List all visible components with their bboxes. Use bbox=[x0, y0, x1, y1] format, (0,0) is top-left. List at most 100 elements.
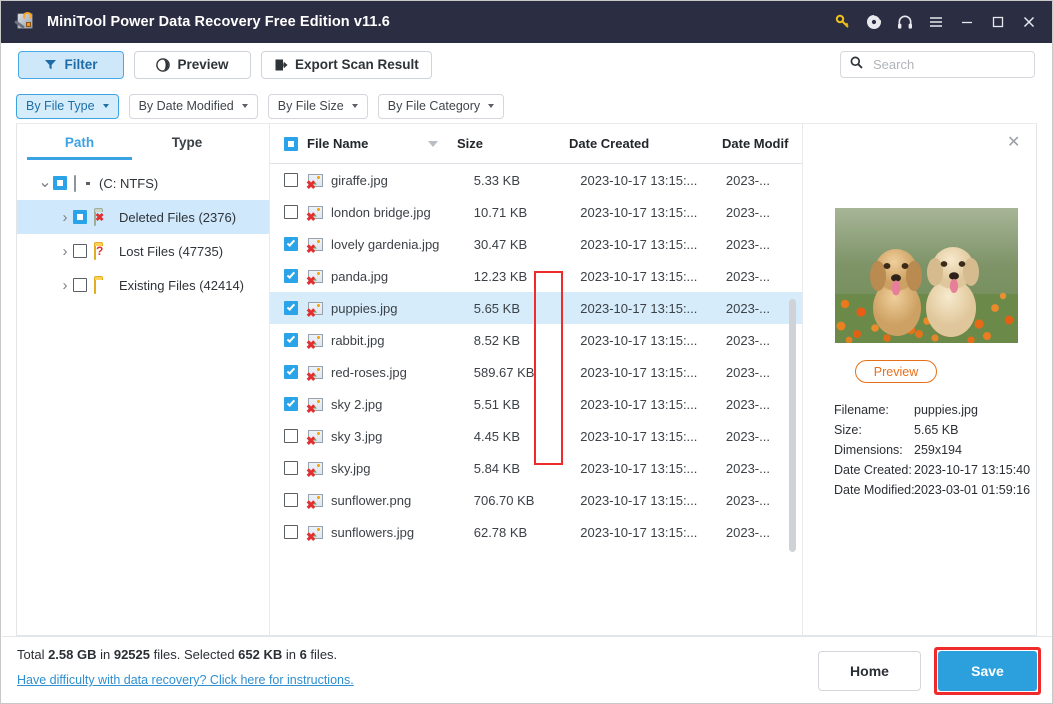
file-row-checkbox[interactable] bbox=[284, 429, 298, 443]
file-name-cell: rabbit.jpg bbox=[331, 332, 385, 348]
disc-icon[interactable] bbox=[858, 5, 889, 39]
file-row-checkbox[interactable] bbox=[284, 269, 298, 283]
tree-node-lost-files-47735[interactable]: ›? Lost Files (47735) bbox=[17, 234, 269, 268]
tab-path[interactable]: Path bbox=[17, 125, 142, 160]
preview-detail-row: Filename: puppies.jpg bbox=[834, 400, 1053, 420]
chevron-down-icon[interactable]: ⌄ bbox=[37, 175, 53, 191]
tree-node-deleted-files-2376[interactable]: › ✖ Deleted Files (2376) bbox=[17, 200, 269, 234]
deleted-image-file-icon: ✖ bbox=[306, 365, 323, 383]
table-row[interactable]: ✖ sunflowers.jpg 62.78 KB 2023-10-17 13:15:… bbox=[270, 516, 802, 548]
tree-node--c-ntfs[interactable]: ⌄ (C: NTFS) bbox=[17, 166, 269, 200]
home-button[interactable]: Home bbox=[818, 651, 921, 691]
table-row[interactable]: ✖ sky 2.jpg 5.51 KB 2023-10-17 13:15:... 202… bbox=[270, 388, 802, 420]
file-name-cell: sunflowers.jpg bbox=[331, 524, 415, 540]
selected-count: 6 bbox=[299, 647, 307, 662]
file-row-checkbox[interactable] bbox=[284, 237, 298, 251]
tree-tabs: Path Type bbox=[17, 124, 269, 160]
minimize-icon[interactable] bbox=[951, 5, 982, 39]
file-name-cell: sunflower.png bbox=[331, 492, 412, 508]
close-icon[interactable] bbox=[1013, 5, 1044, 39]
table-row[interactable]: ✖ sunflower.png 706.70 KB 2023-10-17 13:15:… bbox=[270, 484, 802, 516]
tree-node-existing-files-42414[interactable]: › Existing Files (42414) bbox=[17, 268, 269, 302]
search-box[interactable] bbox=[840, 51, 1035, 78]
filter-chip-by-file-type[interactable]: By File Type bbox=[16, 93, 119, 119]
title-bar-controls bbox=[827, 1, 1044, 43]
window-title: MiniTool Power Data Recovery Free Editio… bbox=[47, 14, 390, 30]
file-row-checkbox[interactable] bbox=[284, 173, 298, 187]
app-logo-icon bbox=[14, 11, 36, 33]
file-size-cell: 62.78 KB bbox=[473, 524, 528, 540]
file-name-cell: giraffe.jpg bbox=[331, 172, 388, 188]
export-scan-result-button[interactable]: Export Scan Result bbox=[261, 50, 432, 79]
date-created-cell: 2023-10-17 13:15:... bbox=[580, 396, 698, 412]
help-link[interactable]: Have difficulty with data recovery? Clic… bbox=[17, 673, 354, 687]
title-bar: MiniTool Power Data Recovery Free Editio… bbox=[1, 1, 1052, 43]
key-icon[interactable] bbox=[827, 5, 858, 39]
headphones-icon[interactable] bbox=[889, 5, 920, 39]
file-row-checkbox[interactable] bbox=[284, 493, 298, 507]
date-modified-cell: 2023-... bbox=[725, 236, 770, 252]
file-row-checkbox[interactable] bbox=[284, 205, 298, 219]
filter-chip-label: By File Size bbox=[277, 99, 344, 113]
select-all-checkbox[interactable] bbox=[284, 136, 298, 151]
preview-detail-key: Date Modified: bbox=[834, 483, 915, 497]
file-name-cell: sky.jpg bbox=[331, 460, 371, 476]
column-header-date-modified[interactable]: Date Modif bbox=[722, 136, 802, 151]
tree-node-checkbox[interactable] bbox=[73, 244, 87, 258]
home-button-label: Home bbox=[850, 663, 889, 679]
tab-type[interactable]: Type bbox=[142, 125, 232, 160]
filter-chip-by-file-size[interactable]: By File Size bbox=[267, 93, 368, 119]
funnel-icon bbox=[44, 58, 57, 71]
folder-deleted-icon: ✖ bbox=[94, 208, 112, 226]
deleted-image-file-icon: ✖ bbox=[306, 397, 323, 415]
file-row-checkbox[interactable] bbox=[284, 525, 298, 539]
table-row[interactable]: ✖ giraffe.jpg 5.33 KB 2023-10-17 13:15:... 2… bbox=[270, 164, 802, 196]
table-row[interactable]: ✖ lovely gardenia.jpg 30.47 KB 2023-10-17 1… bbox=[270, 228, 802, 260]
file-name-cell: sky 3.jpg bbox=[331, 428, 383, 444]
column-header-size[interactable]: Size bbox=[457, 136, 569, 151]
chevron-right-icon[interactable]: › bbox=[57, 209, 73, 226]
maximize-icon[interactable] bbox=[982, 5, 1013, 39]
tree-node-checkbox[interactable] bbox=[73, 278, 87, 292]
chevron-right-icon[interactable]: › bbox=[57, 277, 73, 294]
table-row[interactable]: ✖ sky 3.jpg 4.45 KB 2023-10-17 13:15:... 202… bbox=[270, 420, 802, 452]
filter-button-label: Filter bbox=[64, 57, 98, 72]
preview-button-label: Preview bbox=[177, 57, 229, 72]
date-modified-cell: 2023-... bbox=[725, 204, 770, 220]
preview-button[interactable]: Preview bbox=[134, 50, 251, 79]
table-row[interactable]: ✖ rabbit.jpg 8.52 KB 2023-10-17 13:15:... 20… bbox=[270, 324, 802, 356]
table-row[interactable]: ✖ london bridge.jpg 10.71 KB 2023-10-17 13:… bbox=[270, 196, 802, 228]
file-size-cell: 8.52 KB bbox=[473, 332, 520, 348]
file-row-checkbox[interactable] bbox=[284, 461, 298, 475]
filter-chip-by-file-category[interactable]: By File Category bbox=[377, 93, 505, 119]
column-header-date-created[interactable]: Date Created bbox=[569, 136, 722, 151]
tree-node-checkbox[interactable] bbox=[53, 176, 67, 190]
chevron-right-icon[interactable]: › bbox=[57, 243, 73, 260]
file-row-checkbox[interactable] bbox=[284, 301, 298, 315]
sort-descending-icon[interactable] bbox=[428, 141, 438, 147]
deleted-image-file-icon: ✖ bbox=[306, 173, 323, 191]
filter-chip-by-date-modified[interactable]: By Date Modified bbox=[128, 93, 258, 119]
file-row-checkbox[interactable] bbox=[284, 365, 298, 379]
file-name-cell: sky 2.jpg bbox=[331, 396, 383, 412]
search-input[interactable] bbox=[871, 56, 1021, 73]
file-row-checkbox[interactable] bbox=[284, 333, 298, 347]
close-preview-icon[interactable]: ✕ bbox=[1007, 135, 1023, 151]
save-button[interactable]: Save bbox=[938, 651, 1037, 691]
file-row-checkbox[interactable] bbox=[284, 397, 298, 411]
file-list-scrollbar[interactable] bbox=[789, 299, 796, 552]
table-row[interactable]: ✖ panda.jpg 12.23 KB 2023-10-17 13:15:... 20… bbox=[270, 260, 802, 292]
hamburger-menu-icon[interactable] bbox=[920, 5, 951, 39]
tree-node-checkbox[interactable] bbox=[73, 210, 87, 224]
filter-button[interactable]: Filter bbox=[18, 50, 124, 79]
deleted-image-file-icon: ✖ bbox=[306, 525, 323, 543]
total-prefix: Total bbox=[17, 647, 49, 662]
preview-detail-row: Date Modified: 2023-03-01 01:59:16 bbox=[834, 480, 1053, 500]
deleted-image-file-icon: ✖ bbox=[306, 205, 323, 223]
table-row[interactable]: ✖ sky.jpg 5.84 KB 2023-10-17 13:15:... 2023-… bbox=[270, 452, 802, 484]
table-row[interactable]: ✖ red-roses.jpg 589.67 KB 2023-10-17 13:15:… bbox=[270, 356, 802, 388]
table-row[interactable]: ✖ puppies.jpg 5.65 KB 2023-10-17 13:15:... 2… bbox=[270, 292, 802, 324]
preview-image-button[interactable]: Preview bbox=[855, 360, 937, 383]
deleted-image-file-icon: ✖ bbox=[306, 429, 323, 447]
preview-detail-key: Filename: bbox=[834, 403, 889, 417]
